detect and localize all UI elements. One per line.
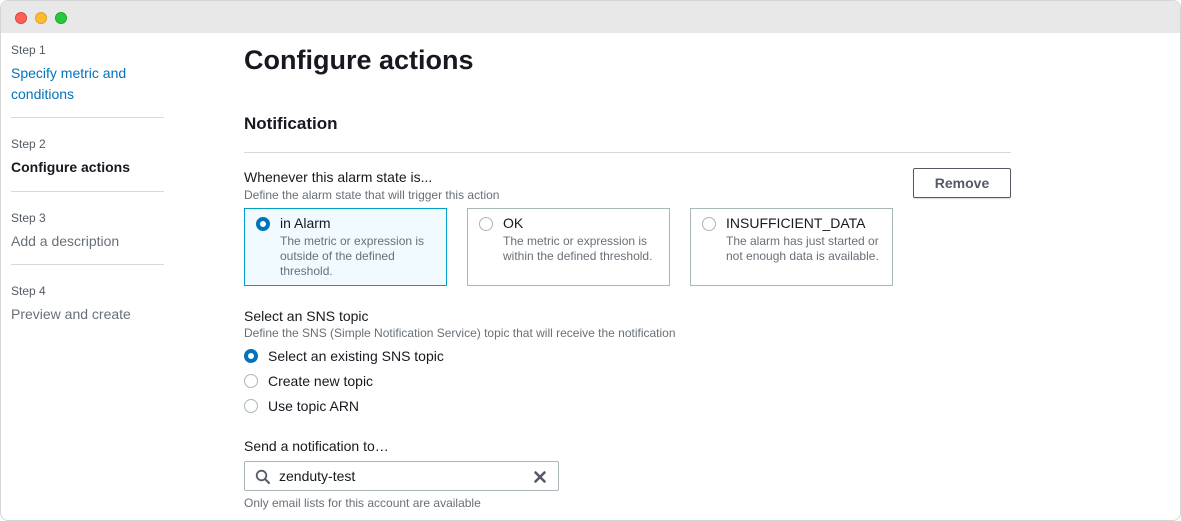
section-divider (244, 152, 1011, 153)
sns-topic-label: Select an SNS topic (244, 308, 369, 324)
step-link-specify-metric[interactable]: Specify metric and conditions (11, 63, 141, 105)
sns-topic-description: Define the SNS (Simple Notification Serv… (244, 326, 676, 340)
tile-label: OK (503, 215, 524, 231)
step-number: Step 4 (11, 284, 46, 298)
step-divider (11, 117, 164, 118)
option-label: Create new topic (268, 373, 374, 389)
radio-create-topic[interactable] (244, 374, 258, 388)
step-divider (11, 191, 164, 192)
search-icon (255, 469, 270, 484)
section-title-notification: Notification (244, 114, 338, 133)
option-label: Use topic ARN (268, 398, 360, 414)
topic-search-input[interactable] (279, 466, 529, 486)
tile-label: in Alarm (280, 215, 331, 231)
radio-in-alarm[interactable] (256, 217, 270, 231)
minimize-window-button[interactable] (35, 12, 47, 24)
step-number: Step 2 (11, 137, 46, 151)
tile-description: The metric or expression is within the d… (503, 234, 653, 263)
tile-description: The alarm has just started or not enough… (726, 234, 879, 263)
app-window: Step 1 Specify metric and conditions Ste… (0, 0, 1181, 521)
radio-ok[interactable] (479, 217, 493, 231)
option-label: Select an existing SNS topic (268, 348, 444, 364)
wizard-step-1: Step 1 Specify metric and conditions (11, 43, 164, 105)
alarm-state-description: Define the alarm state that will trigger… (244, 188, 500, 202)
remove-button[interactable]: Remove (913, 168, 1011, 198)
tile-label: INSUFFICIENT_DATA (726, 215, 866, 231)
alarm-state-tile-ok[interactable]: OK The metric or expression is within th… (467, 208, 670, 286)
step-divider (11, 264, 164, 265)
alarm-state-label: Whenever this alarm state is... (244, 169, 433, 185)
send-to-hint: Only email lists for this account are av… (244, 496, 481, 510)
wizard-step-4: Step 4 Preview and create (11, 284, 164, 325)
send-to-label: Send a notification to… (244, 438, 389, 454)
alarm-state-tile-in-alarm[interactable]: in Alarm The metric or expression is out… (244, 208, 447, 286)
step-number: Step 1 (11, 43, 46, 57)
close-window-button[interactable] (15, 12, 27, 24)
wizard-step-2: Step 2 Configure actions (11, 137, 164, 178)
page-title: Configure actions (244, 45, 474, 75)
step-current-configure-actions: Configure actions (11, 159, 131, 175)
zoom-window-button[interactable] (55, 12, 67, 24)
window-titlebar (1, 1, 1180, 33)
step-title-preview-create: Preview and create (11, 306, 131, 322)
step-number: Step 3 (11, 211, 46, 225)
topic-search-field[interactable] (244, 461, 559, 491)
radio-existing-topic[interactable] (244, 349, 258, 363)
step-title-add-description: Add a description (11, 233, 120, 249)
alarm-state-tile-insufficient-data[interactable]: INSUFFICIENT_DATA The alarm has just sta… (690, 208, 893, 286)
clear-icon[interactable] (533, 470, 547, 484)
wizard-step-3: Step 3 Add a description (11, 211, 164, 252)
radio-insufficient-data[interactable] (702, 217, 716, 231)
radio-topic-arn[interactable] (244, 399, 258, 413)
tile-description: The metric or expression is outside of t… (280, 234, 425, 278)
